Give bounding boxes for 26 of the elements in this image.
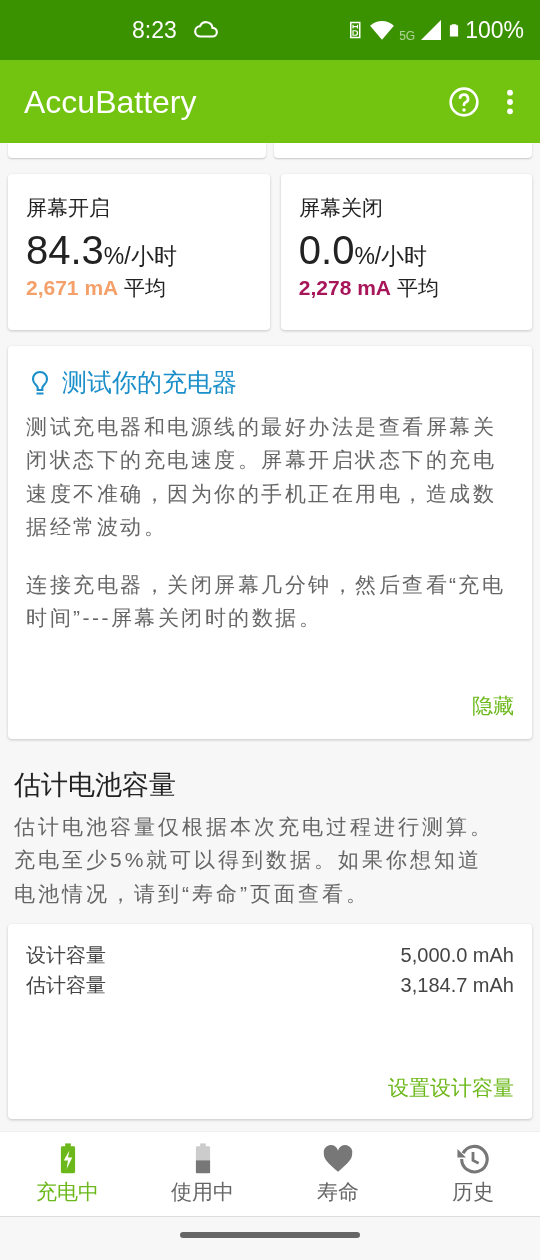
clock: 8:23: [132, 15, 177, 45]
rate-value: 84.3%/小时: [26, 227, 178, 272]
card-title: 屏幕关闭: [298, 195, 384, 221]
capacity-value: 3,184.7 mAh: [400, 973, 514, 999]
card-title: 屏幕开启: [26, 195, 111, 221]
nav-tab[interactable]: 寿命: [270, 1132, 405, 1217]
average-current: 2,278 mA 平均: [298, 274, 440, 301]
capacity-value: 5,000.0 mAh: [400, 943, 514, 969]
capacity-label: 设计容量: [26, 943, 106, 969]
nav-tab[interactable]: 历史: [405, 1132, 540, 1217]
app-title: AccuBattery: [24, 82, 198, 122]
network-label: 5G: [399, 27, 416, 45]
rate-value: 0.0%/小时: [298, 227, 429, 272]
nav-tab[interactable]: 使用中: [135, 1132, 270, 1217]
tip-title: 测试你的充电器: [62, 367, 237, 398]
home-indicator[interactable]: [180, 1232, 360, 1239]
section-title: 估计电池容量: [14, 769, 177, 802]
signal-icon: [419, 18, 444, 42]
section-description: 估计电池容量仅根据本次充电过程进行测算。充电至少5%就可以得到数据。如果你想知道电池情况，请到“寿命”页面查看。: [14, 813, 495, 907]
menu-button[interactable]: [504, 87, 516, 116]
tip-paragraph: 连接充电器，关闭屏幕几分钟，然后查看“充电时间”---屏幕关闭时的数据。: [26, 571, 507, 632]
help-button[interactable]: [448, 85, 480, 118]
average-current: 2,671 mA 平均: [26, 274, 168, 301]
battery-level: 100%: [465, 15, 524, 45]
tip-paragraph: 测试充电器和电源线的最好办法是查看屏幕关闭状态下的充电速度。屏幕开启状态下的充电速度不准确，因为你的手机正在用电，造成数据经常波动。: [26, 413, 497, 541]
capacity-label: 估计容量: [26, 973, 106, 999]
